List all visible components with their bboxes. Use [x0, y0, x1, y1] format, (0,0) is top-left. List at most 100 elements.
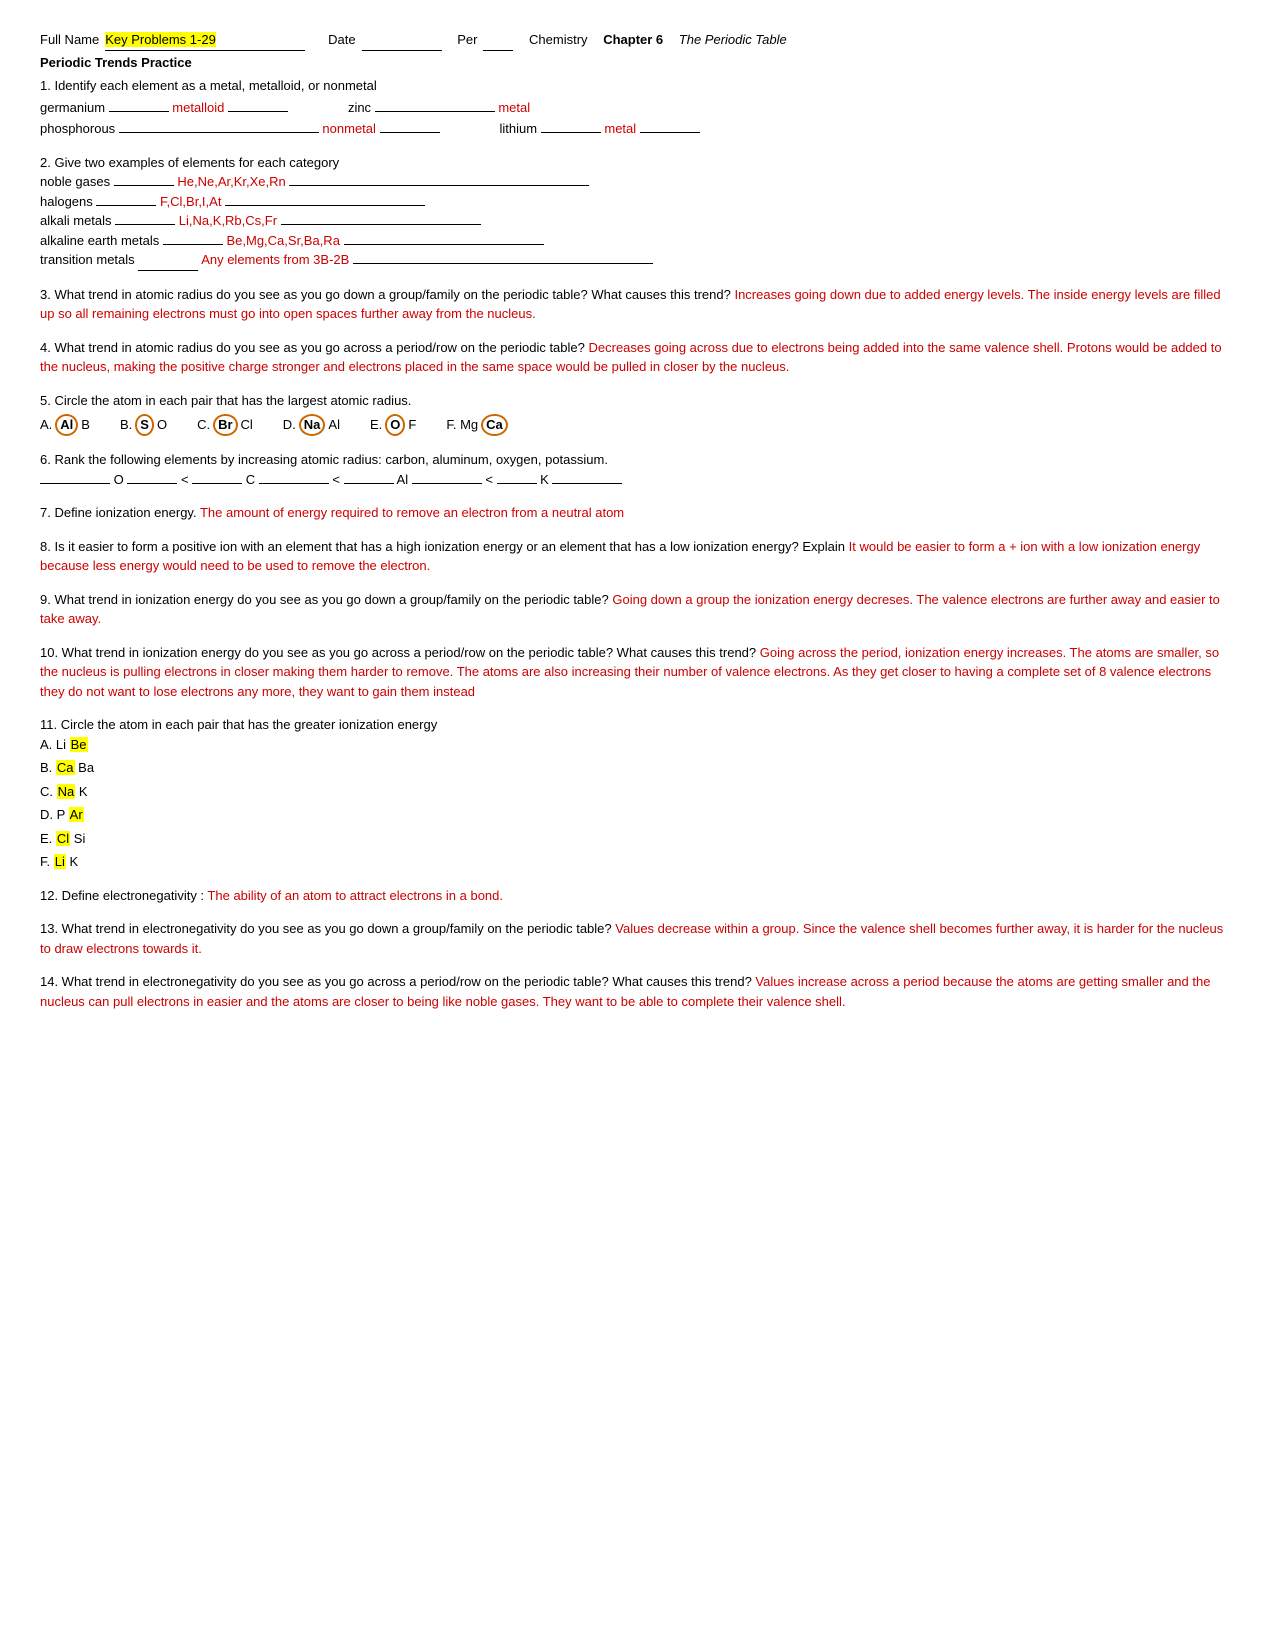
q1-germanium: germanium metalloid	[40, 98, 288, 118]
q11-f: F. Li K	[40, 852, 1235, 872]
q11-a: A. Li Be	[40, 735, 1235, 755]
q11-d-answer: Ar	[69, 807, 84, 822]
q11-b: B. Ca Ba	[40, 758, 1235, 778]
q11-e: E. Cl Si	[40, 829, 1235, 849]
q12-question: 12. Define electronegativity :	[40, 888, 204, 903]
q2-alkali-blank2	[281, 224, 481, 225]
name-field: Key Problems 1-29	[105, 30, 305, 51]
q13-block: 13. What trend in electronegativity do y…	[40, 919, 1235, 958]
q7-block: 7. Define ionization energy. The amount …	[40, 503, 1235, 523]
q1-lithium-answer: metal	[604, 121, 636, 136]
q9-question: 9. What trend in ionization energy do yo…	[40, 592, 609, 607]
q4-text: 4. What trend in atomic radius do you se…	[40, 338, 1235, 377]
q2-noble: noble gases He,Ne,Ar,Kr,Xe,Rn	[40, 172, 1235, 192]
q2-alkaline: alkaline earth metals Be,Mg,Ca,Sr,Ba,Ra	[40, 231, 1235, 251]
q1-phosphorous-blank	[119, 132, 319, 133]
q8-block: 8. Is it easier to form a positive ion w…	[40, 537, 1235, 576]
q2-transition-blank	[138, 250, 198, 271]
q2-halogens-answer: F,Cl,Br,I,At	[160, 194, 221, 209]
q3-block: 3. What trend in atomic radius do you se…	[40, 285, 1235, 324]
q1-phosphorous-blank2	[380, 132, 440, 133]
q5-pairs-row: A. Al B B. S O C. Br Cl D. Na Al E. O F	[40, 414, 1235, 436]
q10-block: 10. What trend in ionization energy do y…	[40, 643, 1235, 702]
q1-germanium-blank2	[228, 111, 288, 112]
q5-pair-e: E. O F	[370, 414, 416, 436]
q5-pair-a: A. Al B	[40, 414, 90, 436]
q11-c-answer: Na	[57, 784, 76, 799]
q7-question: 7. Define ionization energy.	[40, 505, 197, 520]
q1-germanium-blank	[109, 111, 169, 112]
q14-block: 14. What trend in electronegativity do y…	[40, 972, 1235, 1011]
q1-text: 1. Identify each element as a metal, met…	[40, 76, 1235, 96]
q11-b-answer: Ca	[56, 760, 75, 775]
page-header: Full Name Key Problems 1-29 Date Per Che…	[40, 30, 1235, 51]
q5-block: 5. Circle the atom in each pair that has…	[40, 391, 1235, 437]
q5-pair-d: D. Na Al	[283, 414, 340, 436]
q13-question: 13. What trend in electronegativity do y…	[40, 921, 612, 936]
q5-pair-c: C. Br Cl	[197, 414, 253, 436]
full-name-label: Full Name	[40, 30, 99, 50]
q2-alkali-blank	[115, 224, 175, 225]
q2-alkaline-blank	[163, 244, 223, 245]
date-label: Date	[328, 30, 355, 50]
q14-question: 14. What trend in electronegativity do y…	[40, 974, 752, 989]
q1-row1: germanium metalloid zinc metal	[40, 98, 1235, 118]
q2-noble-blank2	[289, 185, 589, 186]
q5-e-circled: O	[385, 414, 405, 436]
course-label: Chemistry	[529, 30, 588, 50]
q7-answer: The amount of energy required to remove …	[200, 505, 624, 520]
q5-b-circled: S	[135, 414, 154, 436]
q2-alkali-answer: Li,Na,K,Rb,Cs,Fr	[179, 213, 277, 228]
q2-alkaline-blank2	[344, 244, 544, 245]
q1-zinc-blank	[375, 111, 495, 112]
q1-phosphorous-answer: nonmetal	[322, 121, 375, 136]
q2-alkaline-answer: Be,Mg,Ca,Sr,Ba,Ra	[226, 233, 339, 248]
q1-lithium-blank	[541, 132, 601, 133]
q3-text: 3. What trend in atomic radius do you se…	[40, 285, 1235, 324]
q5-text: 5. Circle the atom in each pair that has…	[40, 391, 1235, 411]
q6-text: 6. Rank the following elements by increa…	[40, 450, 1235, 470]
q2-block: 2. Give two examples of elements for eac…	[40, 153, 1235, 271]
q1-lithium-blank2	[640, 132, 700, 133]
q11-a-answer: Be	[70, 737, 88, 752]
q2-noble-answer: He,Ne,Ar,Kr,Xe,Rn	[177, 174, 285, 189]
q2-transition-answer: Any elements from 3B-2B	[201, 252, 349, 267]
q5-a-circled: Al	[55, 414, 78, 436]
q4-question: 4. What trend in atomic radius do you se…	[40, 340, 585, 355]
q2-alkali: alkali metals Li,Na,K,Rb,Cs,Fr	[40, 211, 1235, 231]
q2-halogens-blank2	[225, 205, 425, 206]
q10-question: 10. What trend in ionization energy do y…	[40, 645, 756, 660]
chapter-label: Chapter 6	[603, 30, 663, 50]
q1-zinc: zinc metal	[348, 98, 530, 118]
per-field	[483, 30, 513, 51]
per-label: Per	[457, 30, 477, 50]
q1-germanium-answer: metalloid	[172, 100, 224, 115]
q5-pair-f: F. Mg Ca	[446, 414, 507, 436]
section-title: Periodic Trends Practice	[40, 53, 1235, 73]
q2-text: 2. Give two examples of elements for eac…	[40, 153, 1235, 173]
q1-block: 1. Identify each element as a metal, met…	[40, 76, 1235, 139]
q3-question: 3. What trend in atomic radius do you se…	[40, 287, 731, 302]
q4-block: 4. What trend in atomic radius do you se…	[40, 338, 1235, 377]
q5-pair-b: B. S O	[120, 414, 167, 436]
q2-transition: transition metals Any elements from 3B-2…	[40, 250, 1235, 271]
q1-lithium: lithium metal	[500, 119, 700, 139]
q6-block: 6. Rank the following elements by increa…	[40, 450, 1235, 489]
q11-e-answer: Cl	[56, 831, 70, 846]
q5-c-circled: Br	[213, 414, 237, 436]
q11-f-answer: Li	[54, 854, 66, 869]
q5-d-circled: Na	[299, 414, 326, 436]
name-value: Key Problems 1-29	[105, 32, 216, 47]
q6-answer: O < C < Al < K	[40, 470, 1235, 490]
q9-block: 9. What trend in ionization energy do yo…	[40, 590, 1235, 629]
q2-transition-blank2	[353, 263, 653, 264]
q11-d: D. P Ar	[40, 805, 1235, 825]
q11-c: C. Na K	[40, 782, 1235, 802]
q1-row2: phosphorous nonmetal lithium metal	[40, 119, 1235, 139]
date-field	[362, 30, 442, 51]
q2-halogens: halogens F,Cl,Br,I,At	[40, 192, 1235, 212]
chapter-italic: The Periodic Table	[679, 30, 787, 50]
q12-answer: The ability of an atom to attract electr…	[207, 888, 503, 903]
q5-f-circled: Ca	[481, 414, 508, 436]
q2-halogens-blank	[96, 205, 156, 206]
